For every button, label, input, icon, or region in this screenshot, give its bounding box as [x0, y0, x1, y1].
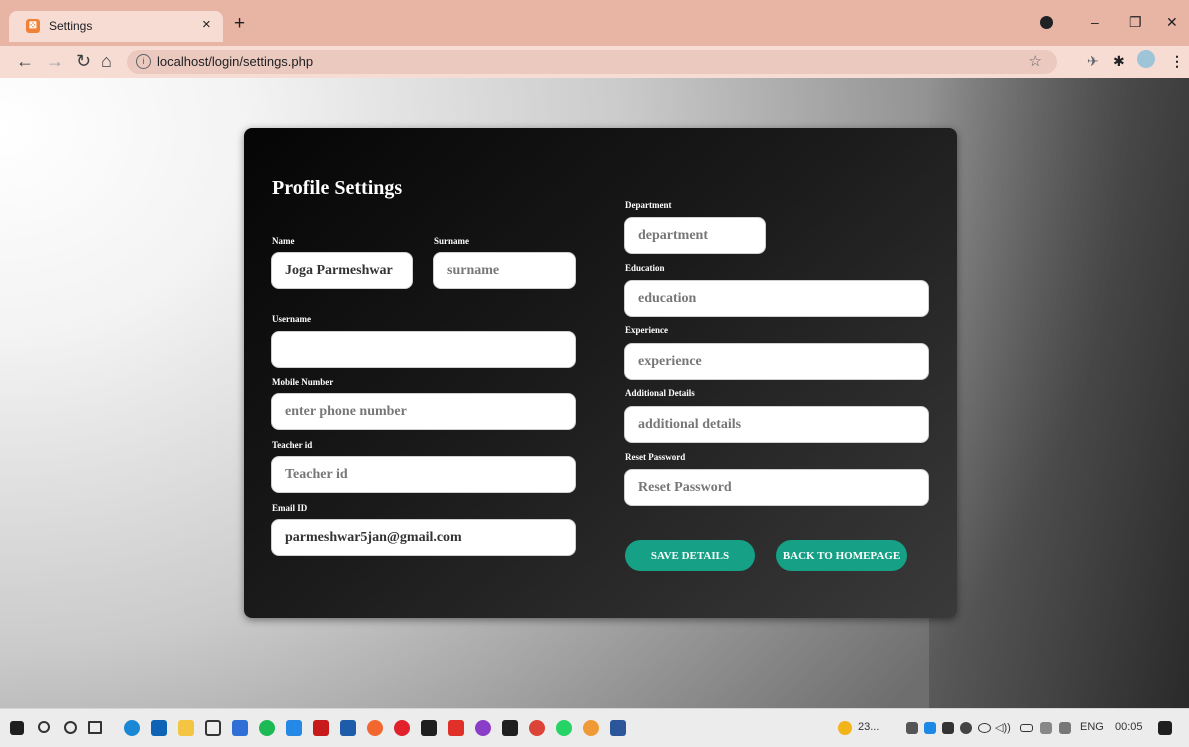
app-icon-4[interactable]	[475, 720, 491, 736]
tray-icon-1[interactable]	[906, 722, 918, 734]
tab-close-icon[interactable]: ×	[202, 16, 211, 33]
pycharm-icon[interactable]	[421, 720, 437, 736]
reset-password-field[interactable]	[624, 469, 929, 506]
page-background: Profile Settings Name Surname Username M…	[0, 78, 1189, 708]
pinterest-icon[interactable]	[394, 720, 410, 736]
page-title: Profile Settings	[272, 177, 403, 199]
app-icon-2[interactable]	[232, 720, 248, 736]
bookmark-star-icon[interactable]: ☆	[1029, 52, 1042, 70]
edge-icon[interactable]	[124, 720, 140, 736]
reset-password-label: Reset Password	[625, 452, 686, 462]
menu-kebab-icon[interactable]: ⋮	[1170, 53, 1184, 70]
battery-icon[interactable]	[1020, 724, 1033, 732]
whatsapp-icon[interactable]	[556, 720, 572, 736]
close-window-button[interactable]: ✕	[1166, 14, 1178, 31]
experience-label: Experience	[625, 325, 668, 335]
extension-satellite-icon[interactable]: ✈	[1087, 53, 1099, 70]
surname-label: Surname	[434, 236, 470, 246]
taskbar: 23... ◁)) ENG 00:05	[0, 708, 1189, 747]
education-field[interactable]	[624, 280, 929, 317]
profile-settings-card: Profile Settings Name Surname Username M…	[244, 128, 957, 618]
tab-strip: ⊠ Settings × + – ❐ ✕	[0, 0, 1189, 46]
minimize-button[interactable]: –	[1091, 14, 1099, 30]
spotify-icon[interactable]	[259, 720, 275, 736]
windows-start-icon[interactable]	[10, 721, 24, 735]
back-to-homepage-button[interactable]: BACK TO HOMEPAGE	[776, 540, 907, 571]
vscode-icon[interactable]	[286, 720, 302, 736]
name-label: Name	[272, 236, 295, 246]
maximize-button[interactable]: ❐	[1129, 14, 1142, 31]
tray-icon-3[interactable]	[942, 722, 954, 734]
chrome-icon[interactable]	[529, 720, 545, 736]
mobile-label: Mobile Number	[272, 377, 334, 387]
extensions-puzzle-icon[interactable]: ✱	[1113, 53, 1125, 70]
email-field[interactable]	[271, 519, 576, 556]
department-field[interactable]	[624, 217, 766, 254]
teacher-id-field[interactable]	[271, 456, 576, 493]
chrome-profile-icon[interactable]	[583, 720, 599, 736]
volume-icon[interactable]: ◁))	[995, 721, 1011, 734]
cortana-icon[interactable]	[64, 721, 77, 734]
profile-icon[interactable]	[1040, 16, 1053, 29]
xampp-favicon-icon: ⊠	[26, 19, 40, 33]
reload-icon[interactable]: ↻	[76, 50, 91, 72]
experience-field[interactable]	[624, 343, 929, 380]
word-icon[interactable]	[610, 720, 626, 736]
address-bar[interactable]: i localhost/login/settings.php ☆	[127, 50, 1057, 74]
username-label: Username	[272, 314, 311, 324]
cloud-icon[interactable]	[978, 723, 991, 733]
surname-field[interactable]	[433, 252, 576, 289]
new-tab-button[interactable]: +	[234, 14, 245, 33]
user-avatar[interactable]	[1137, 50, 1155, 68]
mail-icon[interactable]	[340, 720, 356, 736]
url-text[interactable]: localhost/login/settings.php	[157, 54, 313, 69]
additional-details-label: Additional Details	[625, 388, 695, 398]
intellij-icon[interactable]	[502, 720, 518, 736]
department-label: Department	[625, 200, 672, 210]
page-shade	[929, 78, 1189, 708]
additional-details-field[interactable]	[624, 406, 929, 443]
browser-toolbar: ← → ↻ ⌂ i localhost/login/settings.php ☆…	[0, 46, 1189, 78]
network-icon[interactable]	[960, 722, 972, 734]
clock[interactable]: 00:05	[1115, 721, 1143, 733]
education-label: Education	[625, 263, 665, 273]
notifications-icon[interactable]	[1158, 721, 1172, 735]
store-icon[interactable]	[151, 720, 167, 736]
file-explorer-icon[interactable]	[178, 720, 194, 736]
name-field[interactable]	[271, 252, 413, 289]
forward-arrow-icon[interactable]: →	[46, 50, 64, 72]
save-details-button[interactable]: SAVE DETAILS	[625, 540, 755, 571]
tray-icon-2[interactable]	[924, 722, 936, 734]
back-arrow-icon[interactable]: ←	[16, 50, 34, 72]
language-indicator[interactable]: ENG	[1080, 721, 1104, 733]
info-icon[interactable]: i	[136, 54, 151, 69]
teacher-id-label: Teacher id	[272, 440, 313, 450]
pen-icon[interactable]	[1059, 722, 1071, 734]
browser-tab[interactable]: ⊠ Settings ×	[9, 11, 223, 42]
search-icon[interactable]	[38, 721, 50, 733]
tab-title: Settings	[49, 19, 93, 33]
app-icon-1[interactable]	[205, 720, 221, 736]
app-icon-3[interactable]	[367, 720, 383, 736]
email-label: Email ID	[272, 503, 308, 513]
task-view-icon[interactable]	[88, 721, 102, 734]
username-field[interactable]	[271, 331, 576, 368]
netflix-icon[interactable]	[313, 720, 329, 736]
weather-icon[interactable]	[838, 721, 852, 735]
acrobat-icon[interactable]	[448, 720, 464, 736]
mobile-field[interactable]	[271, 393, 576, 430]
home-icon[interactable]: ⌂	[101, 50, 112, 72]
weather-text[interactable]: 23...	[858, 721, 879, 733]
wifi-icon[interactable]	[1040, 722, 1052, 734]
